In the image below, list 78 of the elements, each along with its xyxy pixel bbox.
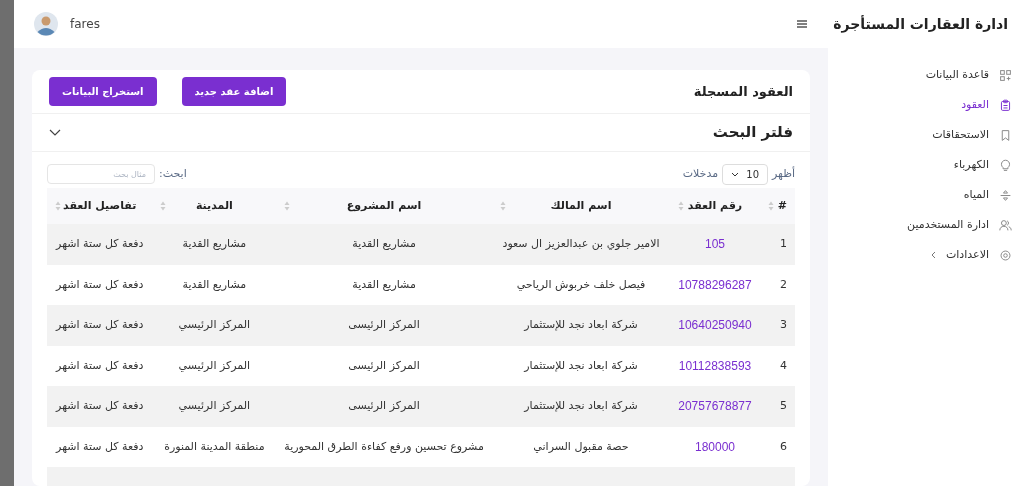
table-cell: مشاريع القدية — [182, 237, 247, 250]
table-cell: دفعة كل ستة اشهر — [56, 358, 144, 372]
show-label: أظهر — [772, 165, 795, 182]
grid-icon — [999, 68, 1012, 82]
clipboard-icon — [999, 98, 1012, 112]
sort-icon[interactable] — [678, 201, 685, 211]
column-header[interactable]: اسم المشروع — [276, 188, 492, 224]
sidebar-item[interactable]: العقود — [828, 90, 1024, 120]
table-cell: دفعة كل ستة اشهر — [56, 277, 144, 291]
table-cell: المركز الرئيسي — [178, 358, 251, 372]
app-title: ادارة العقارات المستأجرة — [833, 14, 1008, 35]
page-size-select[interactable]: 10 — [722, 163, 769, 185]
search-label: ابحث: — [159, 165, 187, 182]
action-button[interactable]: اضافة عقد جديد — [181, 77, 287, 106]
table-cell: شركة ابعاد نجد للإستثمار — [524, 318, 638, 331]
contract-number-link[interactable]: 10112838593 — [678, 358, 752, 373]
search-field[interactable]: مثال بحث — [47, 164, 155, 184]
table-cell: 2 — [780, 277, 787, 291]
table-cell: المركز الرئيسى — [348, 358, 420, 372]
sort-icon[interactable] — [767, 201, 774, 211]
menu-icon[interactable] — [794, 17, 808, 31]
table-cell: دفعة كل ستة اشهر — [56, 399, 144, 412]
user-name[interactable]: fares — [70, 15, 100, 33]
contract-number-link[interactable]: 180000 — [694, 439, 735, 454]
column-header[interactable]: تفاصيل العقد — [47, 188, 153, 224]
scrollbar[interactable] — [0, 0, 14, 486]
sort-icon[interactable] — [284, 201, 291, 211]
users-icon — [999, 218, 1012, 232]
entries-label: مدخلات — [682, 165, 719, 182]
chevron-icon[interactable] — [49, 128, 61, 137]
column-header[interactable]: # — [759, 188, 795, 224]
sidebar-item[interactable]: الكهرباء — [828, 150, 1024, 180]
table-cell: منطقة المدينة المنورة — [164, 439, 265, 453]
table-cell: شركة ابعاد نجد للإستثمار — [524, 358, 638, 372]
table-cell: المركز الرئيسي — [178, 399, 251, 412]
contract-number-link[interactable]: 10640250940 — [678, 318, 752, 332]
table-cell: مشاريع القدية — [182, 277, 247, 291]
sidebar-item[interactable]: الاعدادات — [828, 240, 1024, 270]
table-cell: فيصل خلف خربوش الرياحي — [516, 277, 646, 291]
table-cell: دفعة كل ستة اشهر — [56, 318, 144, 331]
table-cell: مشروع تحسين ورفع كفاءة الطرق المحورية — [284, 439, 484, 453]
bookmark-icon — [999, 128, 1012, 142]
filter-title: فلتر البحث — [712, 122, 793, 144]
table-cell: دفعة كل ستة اشهر — [56, 237, 144, 250]
avatar-icon[interactable] — [34, 12, 58, 36]
divider-icon — [999, 188, 1012, 202]
action-button[interactable]: استخراج البيانات — [49, 77, 157, 106]
contract-number-link[interactable]: 10788296287 — [678, 277, 752, 292]
sidebar-item[interactable]: ادارة المستخدمين — [828, 210, 1024, 240]
settings-icon — [999, 248, 1012, 262]
column-header[interactable]: المدينة — [152, 188, 277, 224]
sidebar-item[interactable]: قاعدة البيانات — [828, 60, 1024, 90]
sort-icon[interactable] — [499, 201, 506, 211]
table-cell: الامير جلوي بن عبدالعزيز ال سعود — [502, 237, 660, 250]
table-cell: مشاريع القدية — [352, 277, 416, 291]
contract-number-link[interactable]: 105 — [704, 237, 725, 251]
table-cell: مشاريع القدية — [352, 237, 416, 250]
sidebar-item[interactable]: المياه — [828, 180, 1024, 210]
table-cell: شركة ابعاد نجد للإستثمار — [524, 399, 638, 412]
table-cell: المركز الرئيسي — [178, 318, 251, 331]
table-cell: 6 — [780, 439, 787, 453]
table-cell: المركز الرئيسى — [348, 399, 420, 412]
sidebar-item[interactable]: الاستحقاقات — [828, 120, 1024, 150]
table-cell: المركز الرئيسى — [348, 318, 420, 331]
table-cell: 1 — [780, 237, 787, 250]
table-cell: 4 — [780, 358, 787, 372]
card-title: العقود المسجلة — [693, 82, 793, 101]
contract-number-link[interactable]: 20757678877 — [678, 399, 752, 413]
sort-icon[interactable] — [55, 201, 61, 211]
sort-icon[interactable] — [160, 201, 167, 211]
caret-icon — [731, 171, 740, 177]
column-header[interactable]: اسم المالك — [491, 188, 671, 224]
table-cell: دفعة كل ستة اشهر — [56, 439, 144, 453]
column-header[interactable]: رقم العقد — [670, 188, 760, 224]
table-cell: 5 — [780, 399, 787, 412]
lightbulb-icon — [999, 158, 1012, 172]
table-cell: حصة مقبول السراني — [533, 439, 629, 453]
table-cell: 3 — [780, 318, 787, 331]
